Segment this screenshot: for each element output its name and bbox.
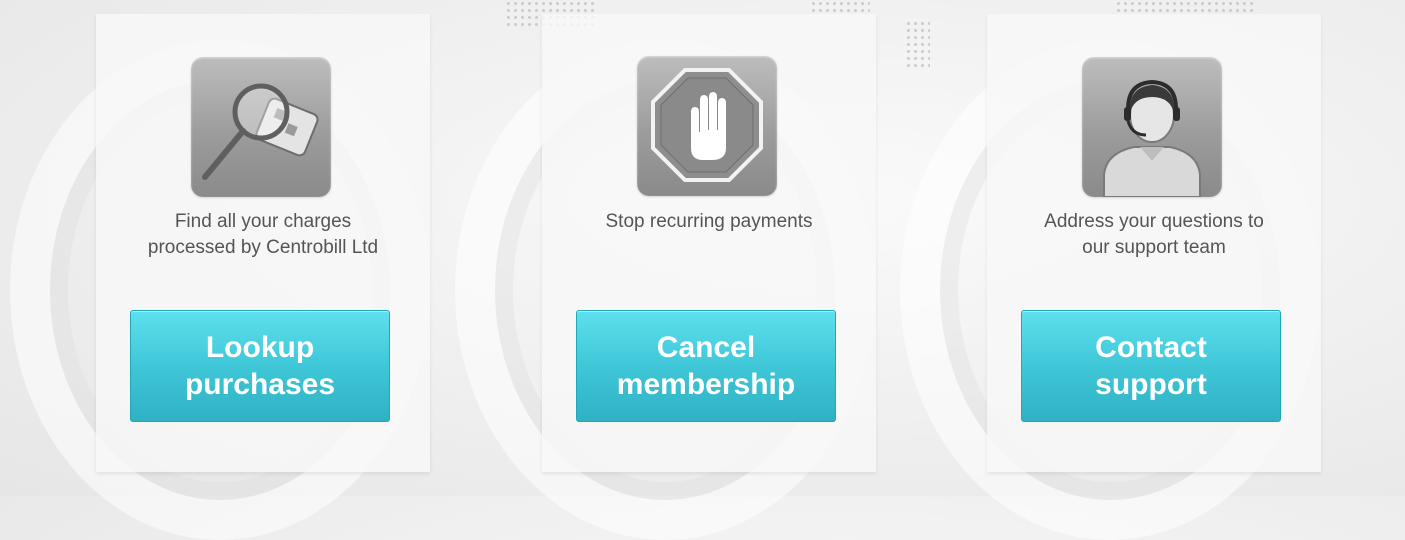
background-world-map-dots (1115, 0, 1255, 14)
stop-hand-icon (637, 56, 777, 196)
card-description-line: Address your questions to (1044, 211, 1264, 232)
background-world-map-dots (810, 0, 870, 14)
card-description-line: our support team (1082, 237, 1226, 258)
support-agent-icon (1082, 57, 1222, 197)
contact-support-button[interactable]: Contact support (1021, 310, 1281, 422)
contact-support-card: Address your questions to our support te… (987, 14, 1321, 472)
card-description: Find all your charges processed by Centr… (116, 209, 410, 261)
button-label-line: Lookup (205, 331, 315, 364)
cancel-membership-button[interactable]: Cancel membership (576, 310, 836, 422)
card-description-line: Find all your charges (174, 211, 352, 232)
card-description-line: Stop recurring payments (605, 211, 813, 232)
card-description: Stop recurring payments (562, 209, 856, 235)
button-label-line: purchases (184, 368, 336, 401)
lookup-purchases-button[interactable]: Lookup purchases (130, 310, 390, 422)
magnifier-card-icon (191, 57, 331, 197)
card-description: Address your questions to our support te… (1007, 209, 1301, 261)
background-world-map-dots (905, 20, 930, 70)
button-label-line: Cancel (656, 331, 756, 364)
button-label-line: membership (616, 368, 796, 401)
button-label-line: Contact (1095, 331, 1207, 364)
cancel-membership-card: Stop recurring payments Cancel membershi… (542, 14, 876, 472)
lookup-purchases-card: Find all your charges processed by Centr… (96, 14, 430, 472)
button-label-line: support (1095, 368, 1207, 401)
card-description-line: processed by Centrobill Ltd (147, 237, 379, 258)
